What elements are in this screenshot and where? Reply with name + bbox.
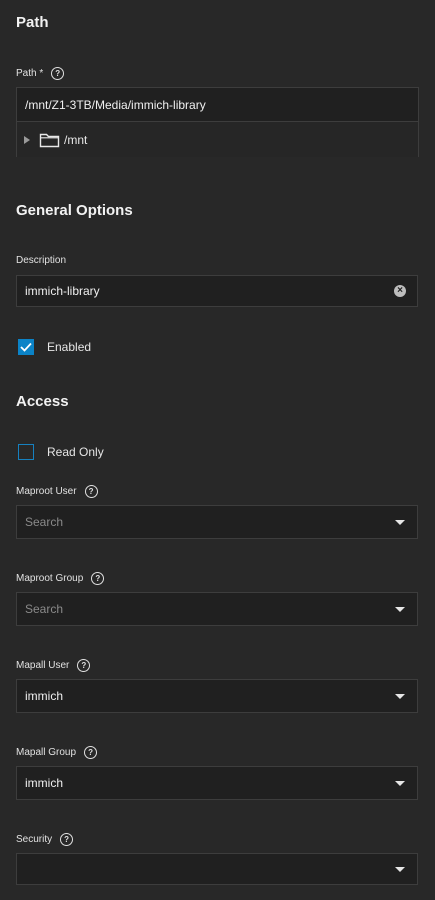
enabled-label: Enabled [47,340,92,354]
help-icon[interactable]: ? [60,833,74,846]
clear-circle-icon[interactable]: × [394,285,406,297]
path-label-row: Path * ? [16,67,65,80]
path-explorer: /mnt/Z1-3TB/Media/immich-library /mnt [16,87,419,157]
enabled-checkbox-row[interactable]: Enabled [18,339,91,355]
path-input-value: /mnt/Z1-3TB/Media/immich-library [25,97,206,112]
folder-icon [39,133,60,147]
caret-down-icon [395,606,405,612]
checkmark-icon [20,342,32,352]
description-label: Description [16,255,67,266]
help-icon[interactable]: ? [91,572,105,585]
mapall-user-select[interactable]: immich [16,679,418,713]
maproot-group-select[interactable]: Search [16,592,418,626]
maproot-group-label-row: Maproot Group ? [16,572,105,585]
help-icon[interactable]: ? [84,485,98,498]
help-icon[interactable]: ? [84,746,98,759]
enabled-checkbox[interactable] [18,339,34,355]
caret-down-icon [395,780,405,786]
read-only-checkbox-row[interactable]: Read Only [18,444,104,460]
caret-down-icon [395,519,405,525]
section-title-path: Path [16,14,49,31]
security-label-row: Security ? [16,833,74,846]
security-label: Security [16,834,53,845]
path-label: Path * [16,68,44,79]
help-icon[interactable]: ? [51,67,65,80]
security-select[interactable] [16,853,418,885]
maproot-group-placeholder: Search [25,602,64,616]
triangle-right-icon[interactable] [24,135,30,144]
path-input[interactable]: /mnt/Z1-3TB/Media/immich-library [17,88,418,122]
section-title-access: Access [16,393,69,410]
caret-down-icon [395,693,405,699]
read-only-label: Read Only [47,445,104,459]
description-input[interactable]: immich-library × [16,275,418,307]
maproot-group-label: Maproot Group [16,573,84,584]
mapall-user-label: Mapall User [16,660,70,671]
mapall-group-select[interactable]: immich [16,766,418,800]
maproot-user-select[interactable]: Search [16,505,418,539]
maproot-user-label-row: Maproot User ? [16,485,98,498]
maproot-user-placeholder: Search [25,515,64,529]
tree-node-mnt[interactable]: /mnt [17,122,418,157]
maproot-user-label: Maproot User [16,486,77,497]
read-only-checkbox[interactable] [18,444,34,460]
mapall-group-value: immich [25,776,63,790]
mapall-group-label: Mapall Group [16,747,77,758]
mapall-user-value: immich [25,689,63,703]
section-title-general-options: General Options [16,202,133,219]
caret-down-icon [395,866,405,872]
description-input-value: immich-library [25,284,100,298]
mapall-user-label-row: Mapall User ? [16,659,91,672]
nfs-share-form: Path Path * ? /mnt/Z1-3TB/Media/immich-l… [0,0,435,900]
tree-node-label: /mnt [64,132,88,147]
mapall-group-label-row: Mapall Group ? [16,746,98,759]
help-icon[interactable]: ? [77,659,91,672]
